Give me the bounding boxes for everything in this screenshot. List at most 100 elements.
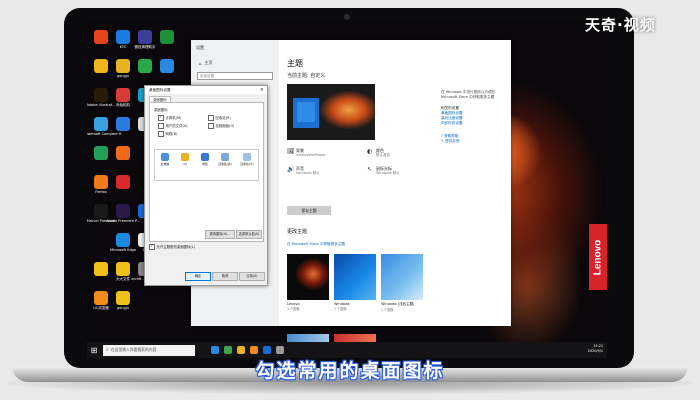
user-folder-icon [181,153,189,161]
desktop-icon[interactable] [112,175,134,190]
screen: KTC 微信清理助手 gongju Adobe Illustrat...赤兔相机 Apo… [87,22,607,358]
settings-home-link[interactable]: ⌂ 主页 [199,60,213,66]
preview-window [293,98,319,128]
grid-icon-user[interactable]: Ad [177,153,193,166]
restore-default-button[interactable]: 还原默认值(S) [236,230,262,239]
desktop-icon-settings-dialog[interactable]: 桌面图标设置 × 桌面图标 桌面图标 ✓ 计算机(M) 回收站(R) 用户的文件(… [144,85,268,286]
theme-count: 1 个图像 [334,307,347,311]
grid-icon-recycle-empty[interactable]: 回收站(空) [239,153,255,166]
background-icon: 🖼 [287,148,295,155]
related-settings: 在 Windows 中进行更改以方便在 Microsoft Store 中获取更… [441,90,509,144]
desktop-icon[interactable]: Microsoft Edge [110,233,136,252]
desktop-icon[interactable] [134,59,156,74]
feedback-link[interactable]: ✎ 提供反馈 [441,139,509,144]
system-tray-clock[interactable]: 15:21 2020/9/1 [588,344,603,354]
checkbox-box[interactable] [158,131,164,137]
desktop-icon[interactable]: Adobe Illustrat... [87,88,115,107]
save-theme-button[interactable]: 保存主题 [287,206,331,215]
sync-settings-link[interactable]: 同步你的设置 [441,121,509,126]
checkbox-label: 计算机(M) [165,116,182,121]
desktop-icon[interactable] [90,30,112,45]
settings-window-title: 设置 [196,45,204,50]
checkbox-label: 控制面板(O) [215,124,235,129]
desktop-icon[interactable] [90,59,112,74]
desktop-icon[interactable] [112,117,134,132]
grid-icon-recycle-full[interactable]: 回收站(满) [217,153,233,166]
option-sound[interactable]: 🔊 声音 Windows 默认 [287,166,320,176]
grid-icon-network[interactable]: 网络 [197,153,213,166]
get-help-label: 获取帮助 [444,134,459,138]
change-icon-button[interactable]: 更改图标(H)... [205,230,235,239]
cancel-button[interactable]: 取消 [212,272,238,281]
taskbar-app-icon[interactable] [224,346,232,354]
desktop-icon[interactable]: UC浏览器 [90,291,112,310]
checkbox-box[interactable]: ✓ [149,244,155,250]
theme-card-windows[interactable]: Windows 1 个图像 [334,254,376,312]
app-icon [94,175,108,189]
recycle-bin-full-icon [221,153,229,161]
grid-icon-label: 回收站(空) [240,162,254,166]
desktop-icon-label: Microsoft Edge [110,248,136,252]
desktop-icon[interactable]: 赤兔相机 [112,88,134,107]
app-icon [94,291,108,305]
desktop-icon[interactable] [156,59,178,74]
checkbox-control-panel[interactable]: 控制面板(O) [208,123,234,129]
option-color-value: 默认蓝色 [376,153,390,157]
desktop-icon-label: 赤兔相机 [116,103,130,107]
taskbar-search-input[interactable]: ⌕ 在这里输入你要搜索的内容 [103,344,195,356]
ok-button[interactable]: 确定 [185,272,211,281]
desktop-icon-label: UC浏览器 [93,306,109,310]
theme-thumbnail[interactable] [334,334,376,342]
app-icon [116,117,130,131]
desktop-icon[interactable]: gongju [112,291,134,310]
change-theme-heading: 更改主题 [287,229,308,235]
checkbox-network[interactable]: 网络(N) [158,131,177,137]
theme-card-lenovo[interactable]: Lenovo 1 个图像 [287,254,329,312]
desktop-icon[interactable] [90,262,112,277]
desktop-icon-label: gongju [117,74,129,78]
checkbox-computer[interactable]: ✓ 计算机(M) [158,115,181,121]
app-icon [94,30,108,44]
option-color[interactable]: ◐ 颜色 默认蓝色 [367,148,390,158]
option-background[interactable]: 🖼 背景 SettingWallPaper [287,148,326,158]
checkbox-recycle-bin[interactable]: 回收站(R) [208,115,231,121]
grid-icon-computer[interactable]: 此电脑 [157,153,173,166]
checkbox-allow-themes[interactable]: ✓ 允许主题更改桌面图标(L) [149,244,195,250]
home-icon: ⌂ [199,60,202,66]
computer-icon [161,153,169,161]
desktop-icon[interactable] [112,146,134,161]
checkbox-box[interactable] [208,115,214,121]
app-icon [160,30,174,44]
theme-card-windows-light[interactable]: Windows (浅色主题) 1 个图像 [381,254,423,312]
desktop-icon[interactable]: KTC [112,30,134,49]
option-cursor[interactable]: ↖ 鼠标光标 Windows 默认 [367,166,400,176]
store-themes-link[interactable]: 在 Microsoft Store 中获取更多主题 [287,242,345,247]
theme-list: Lenovo 1 个图像 Windows 1 个图像 Windows (浅色主题… [287,254,423,312]
taskbar-app-icon[interactable] [263,346,271,354]
app-icon [116,233,130,247]
checkbox-box[interactable] [208,123,214,129]
apply-button[interactable]: 应用(A) [239,272,265,281]
desktop-icon[interactable]: Adobe Premiere P... [106,204,140,223]
taskbar-app-icon[interactable] [237,346,245,354]
taskbar-app-icon[interactable] [276,346,284,354]
checkbox-box[interactable] [158,123,164,129]
page-title: 主题 [287,59,303,68]
checkbox-user-files[interactable]: 用户的文件(U) [158,123,188,129]
desktop-icon[interactable]: Apowersoft Compare H [87,117,121,136]
app-icon [94,146,108,160]
desktop-icon[interactable]: Firefox [90,175,112,194]
dialog-titlebar: 桌面图标设置 × [145,86,267,94]
taskbar-app-icon[interactable] [250,346,258,354]
settings-search-input[interactable]: 查找设置 [197,72,273,80]
close-icon[interactable]: × [260,86,264,94]
desktop-icon[interactable] [156,30,178,45]
theme-thumbnail[interactable] [287,334,329,342]
desktop-icon[interactable]: gongju [112,59,134,78]
grid-icon-label: 回收站(满) [218,162,232,166]
checkbox-box[interactable]: ✓ [158,115,164,121]
desktop-icon[interactable] [90,146,112,161]
taskbar-app-icon[interactable] [211,346,219,354]
grid-icon-label: 网络 [202,162,208,166]
desktop-icon[interactable]: 微信清理助手 [134,30,156,49]
